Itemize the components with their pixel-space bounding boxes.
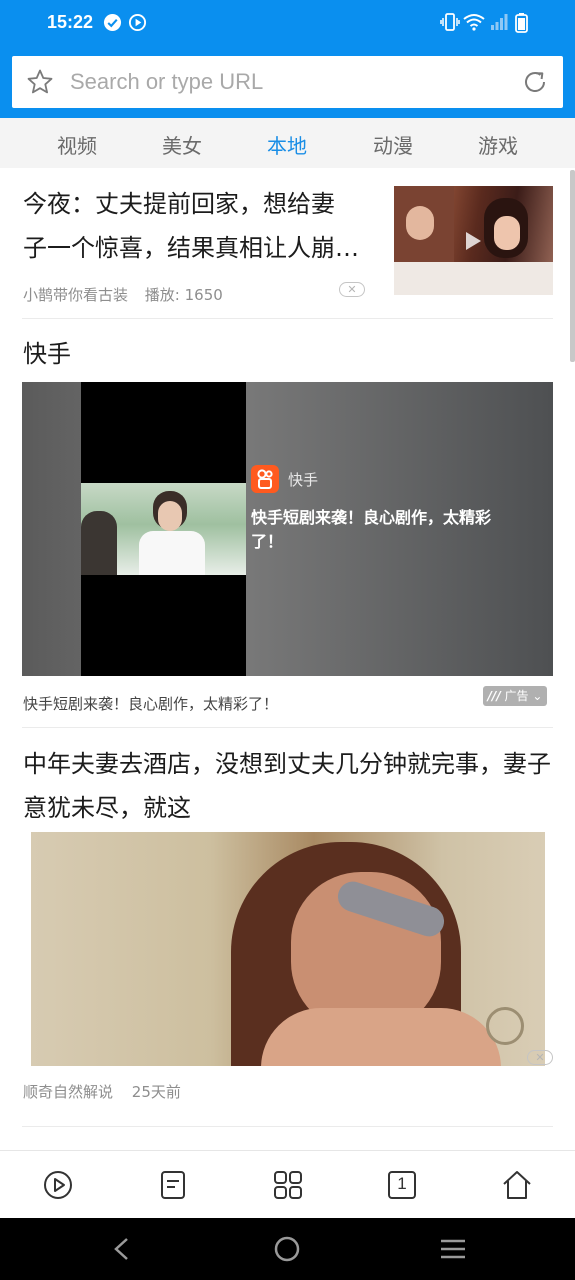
thumbnail-bedding <box>394 262 553 295</box>
wifi-icon <box>463 14 485 31</box>
thumbnail-face-right <box>494 216 520 250</box>
home-icon[interactable] <box>501 1169 533 1201</box>
ad-card[interactable]: 快手 快手 快手短剧来袭！良心剧作，太精彩了！ 快手短剧来袭！良心剧作，太精彩了… <box>0 318 575 728</box>
system-navigation-bar <box>0 1218 575 1280</box>
article-title-line-2: 子一个惊喜，结果真相让人崩… <box>23 234 359 262</box>
chevron-down-icon: ⌄ <box>532 689 543 703</box>
dismiss-button[interactable]: ✕ <box>527 1050 553 1065</box>
vibrate-icon <box>440 13 460 31</box>
tab-anime[interactable]: 动漫 <box>353 130 433 159</box>
article-plays: 播放: 1650 <box>144 286 223 304</box>
ad-tag-label: 广告 <box>504 689 529 703</box>
ad-heading: 快手 <box>23 340 71 368</box>
tabs-button[interactable]: 1 <box>386 1169 418 1201</box>
article-thumbnail[interactable] <box>394 186 553 295</box>
ad-video-caption: 快手短剧来袭！良心剧作，太精彩了！ <box>251 508 492 551</box>
status-bar: 15:22 <box>0 0 575 48</box>
url-input[interactable] <box>70 64 510 100</box>
article-source: 小鹊带你看古装 <box>23 286 129 304</box>
home-circle-icon[interactable] <box>274 1236 300 1262</box>
list-item[interactable]: 中年夫妻去酒店，没想到丈夫几分钟就完事，妻子意犹未尽，就这 顺奇自然解说 25天… <box>0 728 575 1128</box>
ad-tag-logo-icon: /// <box>487 689 501 703</box>
ad-brand-label: 快手 <box>288 471 319 489</box>
article-time: 25天前 <box>131 1083 181 1101</box>
tab-games[interactable]: 游戏 <box>458 130 538 159</box>
thumbnail-face-left <box>406 206 434 240</box>
list-icon[interactable] <box>157 1169 189 1201</box>
still-shirt <box>139 531 205 575</box>
star-icon[interactable] <box>26 68 54 96</box>
play-icon <box>466 232 481 250</box>
play-circle-icon <box>128 13 147 32</box>
ad-description[interactable]: 快手短剧来袭！良心剧作，太精彩了！ <box>23 693 278 714</box>
ad-video-still <box>81 483 246 575</box>
tab-count: 1 <box>397 1174 407 1193</box>
article-meta: 小鹊带你看古装 播放: 1650 <box>23 284 223 305</box>
dismiss-button[interactable]: ✕ <box>339 282 365 297</box>
article-title[interactable]: 今夜：丈夫提前回家，想给妻 子一个惊喜，结果真相让人崩… <box>23 182 373 270</box>
kuaishou-logo-icon <box>251 465 279 493</box>
still-figure-left <box>81 511 117 575</box>
ad-badge[interactable]: /// 广告 ⌄ <box>483 686 547 706</box>
grid-icon[interactable] <box>272 1169 304 1201</box>
news-feed[interactable]: 今夜：丈夫提前回家，想给妻 子一个惊喜，结果真相让人崩… 小鹊带你看古装 播放:… <box>0 168 575 1150</box>
divider <box>22 1126 553 1127</box>
battery-icon <box>515 13 528 33</box>
bottom-toolbar: 1 <box>0 1150 575 1218</box>
article-title-line-1: 今夜：丈夫提前回家，想给妻 <box>23 190 335 218</box>
image-shoulders <box>261 1008 501 1066</box>
article-image[interactable] <box>31 832 545 1066</box>
still-face <box>158 501 182 531</box>
scrollbar[interactable] <box>570 170 575 362</box>
check-circle-icon <box>103 13 122 32</box>
play-icon[interactable] <box>42 1169 74 1201</box>
list-item[interactable]: 今夜：丈夫提前回家，想给妻 子一个惊喜，结果真相让人崩… 小鹊带你看古装 播放:… <box>0 168 575 318</box>
tab-local[interactable]: 本地 <box>247 130 327 159</box>
tab-beauty[interactable]: 美女 <box>142 130 222 159</box>
menu-icon[interactable] <box>439 1236 467 1262</box>
category-tabs: 视频 美女 本地 动漫 游戏 <box>0 118 575 168</box>
back-icon[interactable] <box>110 1236 134 1262</box>
image-wall-fixture <box>486 1007 524 1045</box>
status-time: 15:22 <box>47 12 94 32</box>
refresh-icon[interactable] <box>521 68 549 96</box>
ad-video[interactable]: 快手 快手短剧来袭！良心剧作，太精彩了！ <box>22 382 553 676</box>
article-source: 顺奇自然解说 <box>23 1083 114 1101</box>
tab-video[interactable]: 视频 <box>37 130 117 159</box>
article-meta: 顺奇自然解说 25天前 <box>23 1081 181 1102</box>
address-bar[interactable] <box>12 56 563 108</box>
signal-icon <box>491 14 508 30</box>
article-title[interactable]: 中年夫妻去酒店，没想到丈夫几分钟就完事，妻子意犹未尽，就这 <box>23 742 553 830</box>
